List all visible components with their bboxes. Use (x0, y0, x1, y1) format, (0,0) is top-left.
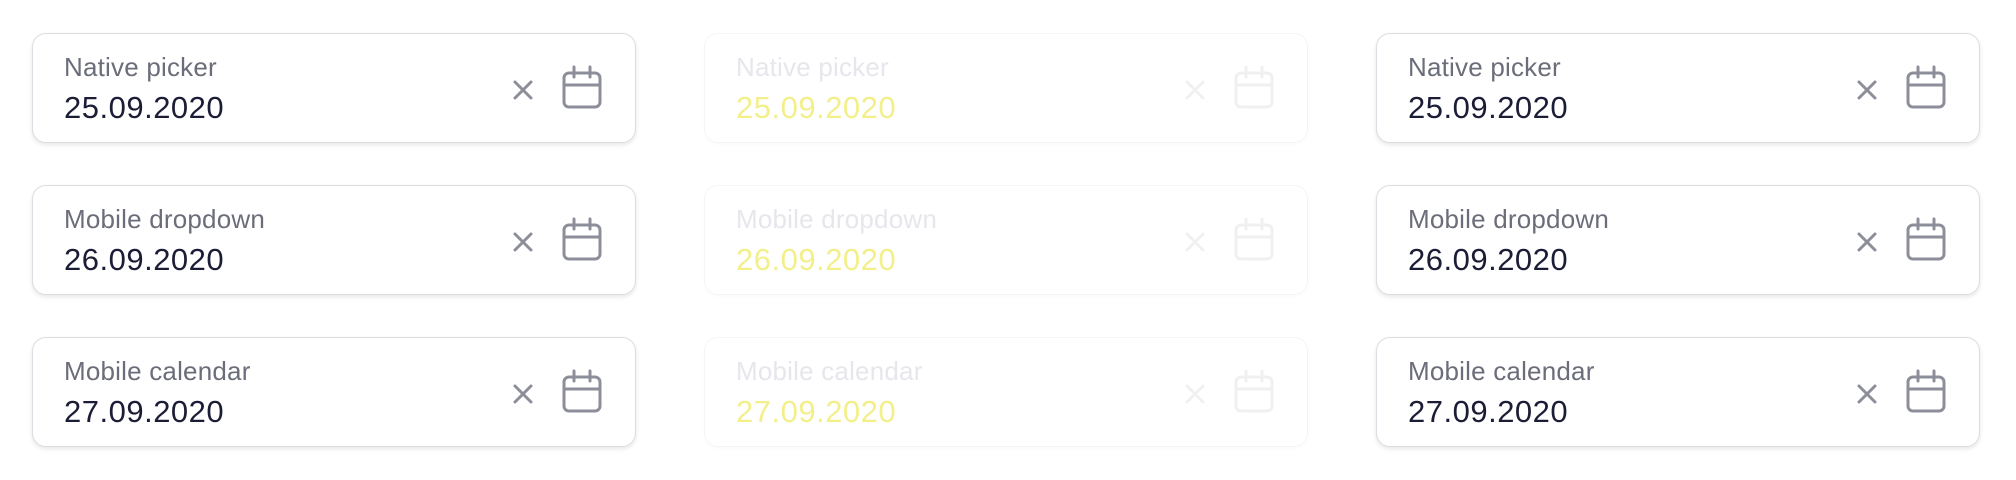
date-field-mobile-calendar[interactable]: Mobile calendar 27.09.2020 (704, 337, 1308, 447)
field-value[interactable]: 27.09.2020 (736, 394, 896, 430)
close-icon[interactable] (1852, 75, 1882, 105)
close-icon[interactable] (508, 379, 538, 409)
field-label: Mobile dropdown (1408, 204, 1610, 234)
calendar-icon[interactable] (560, 368, 604, 416)
field-value[interactable]: 25.09.2020 (736, 90, 896, 126)
field-label: Mobile calendar (736, 356, 923, 386)
field-value[interactable]: 26.09.2020 (64, 242, 224, 278)
field-label: Native picker (1408, 52, 1561, 82)
field-value[interactable]: 26.09.2020 (736, 242, 896, 278)
field-value[interactable]: 26.09.2020 (1408, 242, 1568, 278)
calendar-icon[interactable] (1232, 64, 1276, 112)
calendar-icon[interactable] (560, 64, 604, 112)
field-label: Mobile calendar (1408, 356, 1595, 386)
date-field-mobile-dropdown[interactable]: Mobile dropdown 26.09.2020 (704, 185, 1308, 295)
field-label: Mobile dropdown (736, 204, 938, 234)
date-field-mobile-calendar[interactable]: Mobile calendar 27.09.2020 (1376, 337, 1980, 447)
field-value[interactable]: 25.09.2020 (1408, 90, 1568, 126)
date-field-mobile-dropdown[interactable]: Mobile dropdown 26.09.2020 (32, 185, 636, 295)
calendar-icon[interactable] (1904, 216, 1948, 264)
field-value[interactable]: 27.09.2020 (64, 394, 224, 430)
close-icon[interactable] (1180, 75, 1210, 105)
calendar-icon[interactable] (560, 216, 604, 264)
date-field-native-picker[interactable]: Native picker 25.09.2020 (1376, 33, 1980, 143)
field-label: Mobile dropdown (64, 204, 266, 234)
close-icon[interactable] (1852, 227, 1882, 257)
column-middle: Native picker 25.09.2020 Mobile dropdown… (672, 0, 1344, 480)
close-icon[interactable] (508, 227, 538, 257)
calendar-icon[interactable] (1232, 216, 1276, 264)
date-field-mobile-dropdown[interactable]: Mobile dropdown 26.09.2020 (1376, 185, 1980, 295)
field-value[interactable]: 27.09.2020 (1408, 394, 1568, 430)
column-left: Native picker 25.09.2020 Mobile dropdown… (0, 0, 672, 480)
field-label: Native picker (64, 52, 217, 82)
date-field-mobile-calendar[interactable]: Mobile calendar 27.09.2020 (32, 337, 636, 447)
date-field-native-picker[interactable]: Native picker 25.09.2020 (704, 33, 1308, 143)
date-fields-demo: Native picker 25.09.2020 Mobile dropdown… (0, 0, 2016, 480)
column-right: Native picker 25.09.2020 Mobile dropdown… (1344, 0, 2016, 480)
calendar-icon[interactable] (1904, 64, 1948, 112)
close-icon[interactable] (508, 75, 538, 105)
field-label: Mobile calendar (64, 356, 251, 386)
close-icon[interactable] (1852, 379, 1882, 409)
date-field-native-picker[interactable]: Native picker 25.09.2020 (32, 33, 636, 143)
calendar-icon[interactable] (1232, 368, 1276, 416)
close-icon[interactable] (1180, 227, 1210, 257)
field-label: Native picker (736, 52, 889, 82)
field-value[interactable]: 25.09.2020 (64, 90, 224, 126)
close-icon[interactable] (1180, 379, 1210, 409)
calendar-icon[interactable] (1904, 368, 1948, 416)
